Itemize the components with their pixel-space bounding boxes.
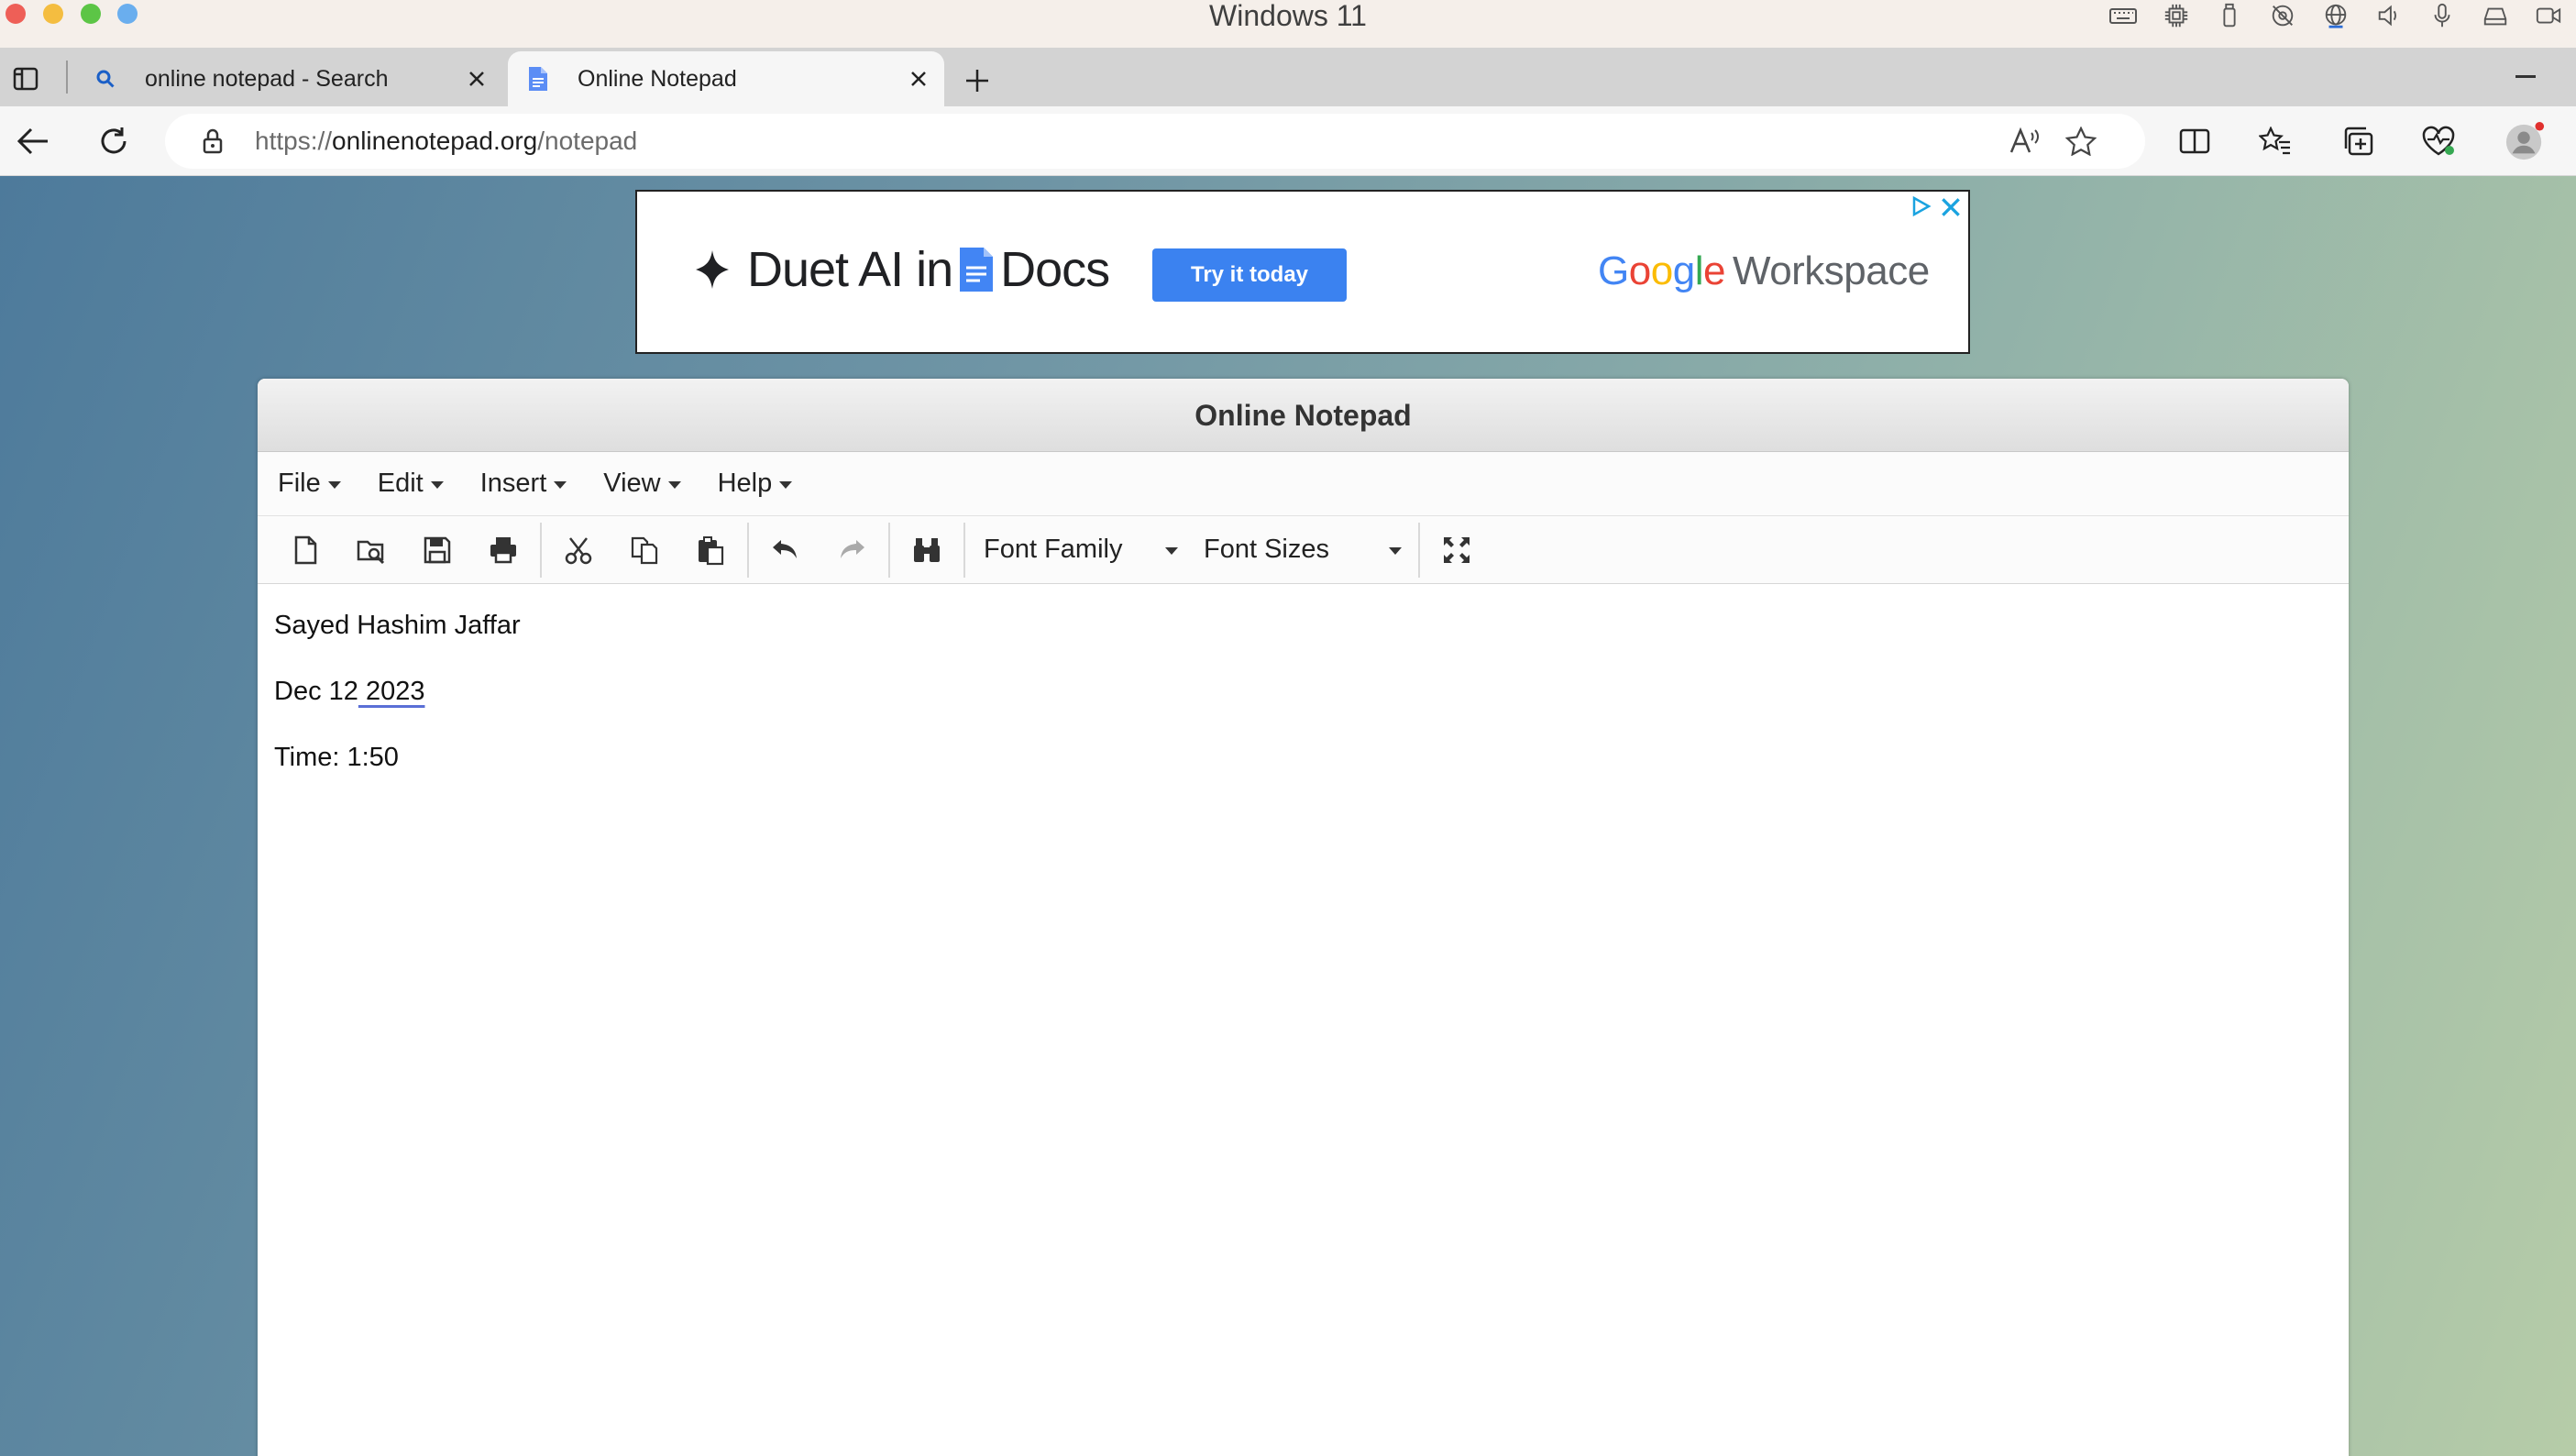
caret-down-icon (1165, 546, 1178, 555)
find-button[interactable] (894, 523, 960, 578)
microphone-icon[interactable] (2426, 2, 2459, 29)
tab-search[interactable]: online notepad - Search (75, 51, 502, 106)
browser-essentials-icon[interactable] (2418, 121, 2459, 161)
scissors-icon (565, 536, 592, 564)
browser-navbar: https://onlinenotepad.org/notepad (0, 106, 2576, 176)
notepad-window: Online Notepad File Edit Insert View Hel… (258, 379, 2349, 1456)
video-camera-icon[interactable] (2532, 2, 2565, 29)
browser-tabstrip: online notepad - Search Online Notepad (0, 48, 2576, 106)
network-globe-icon[interactable] (2319, 2, 2352, 29)
tab-label: online notepad - Search (145, 65, 389, 92)
new-file-button[interactable] (272, 523, 338, 578)
menu-insert[interactable]: Insert (480, 469, 567, 499)
notepad-toolbar: Font Family Font Sizes (258, 516, 2349, 584)
ad-close-icon[interactable] (1939, 195, 1963, 219)
fullscreen-icon (1444, 536, 1470, 563)
google-docs-icon (960, 248, 994, 292)
caret-down-icon (667, 480, 681, 489)
save-button[interactable] (404, 523, 470, 578)
close-tab-icon[interactable] (902, 62, 935, 95)
document-icon (524, 65, 552, 93)
volume-icon[interactable] (2372, 2, 2405, 29)
url-text[interactable]: https://onlinenotepad.org/notepad (255, 114, 637, 169)
favorites-icon[interactable] (2255, 121, 2295, 161)
tab-label: Online Notepad (578, 65, 737, 92)
sparkle-icon (696, 250, 729, 289)
minimize-browser-button[interactable] (2515, 75, 2536, 78)
ad-choices-icon[interactable] (1910, 195, 1932, 217)
google-workspace-logo: Google Workspace (1598, 248, 1930, 293)
address-bar[interactable]: https://onlinenotepad.org/notepad (165, 114, 2145, 169)
copy-icon (631, 536, 658, 564)
caret-down-icon (327, 480, 341, 489)
system-tray (2107, 0, 2565, 31)
read-aloud-icon[interactable] (2006, 125, 2042, 158)
copy-button[interactable] (611, 523, 677, 578)
cpu-icon[interactable] (2160, 2, 2193, 29)
undo-button[interactable] (753, 523, 819, 578)
collections-icon[interactable] (2338, 121, 2378, 161)
notepad-menubar: File Edit Insert View Help (258, 452, 2349, 516)
notepad-editor[interactable]: Sayed Hashim Jaffar Dec 12 2023 Time: 1:… (258, 584, 2349, 833)
toolbar-separator (888, 522, 890, 578)
caret-down-icon (1389, 546, 1402, 555)
open-file-button[interactable] (338, 523, 404, 578)
favorite-star-icon[interactable] (2063, 125, 2099, 158)
open-folder-icon (357, 540, 385, 564)
notepad-title: Online Notepad (258, 379, 2349, 452)
menu-help[interactable]: Help (718, 469, 793, 499)
redo-button[interactable] (819, 523, 885, 578)
cut-button[interactable] (545, 523, 611, 578)
paste-button[interactable] (677, 523, 743, 578)
redo-icon (841, 539, 864, 558)
print-button[interactable] (470, 523, 536, 578)
caret-down-icon (779, 480, 793, 489)
new-file-icon (294, 535, 317, 564)
storage-icon[interactable] (2479, 2, 2512, 29)
spellcheck-underline: 2023 (358, 677, 425, 706)
font-family-select[interactable]: Font Family (969, 523, 1189, 578)
paste-icon (699, 535, 724, 565)
try-it-today-button[interactable]: Try it today (1152, 248, 1347, 302)
editor-line: Sayed Hashim Jaffar (274, 611, 521, 640)
fullscreen-button[interactable] (1424, 523, 1490, 578)
toolbar-separator (747, 522, 749, 578)
print-icon (490, 536, 516, 563)
os-titlebar: Windows 11 (0, 0, 2576, 48)
refresh-button[interactable] (94, 121, 134, 161)
caret-down-icon (554, 480, 567, 489)
new-tab-button[interactable] (959, 62, 996, 99)
toolbar-separator (540, 522, 542, 578)
web-page: Duet AI in Docs Try it today Google Works… (0, 176, 2576, 1456)
profile-avatar-icon[interactable] (2504, 121, 2545, 161)
menu-file[interactable]: File (278, 469, 341, 499)
menu-edit[interactable]: Edit (378, 469, 444, 499)
tab-actions-button[interactable] (7, 61, 44, 97)
font-sizes-select[interactable]: Font Sizes (1189, 523, 1415, 578)
ad-headline: Duet AI in Docs (747, 242, 1110, 297)
editor-line: Dec 12 2023 (274, 677, 425, 706)
usb-drive-icon[interactable] (2213, 2, 2246, 29)
tab-separator (66, 61, 68, 94)
split-screen-icon[interactable] (2174, 121, 2215, 161)
close-tab-icon[interactable] (460, 62, 493, 95)
toolbar-separator (963, 522, 965, 578)
tab-online-notepad[interactable]: Online Notepad (508, 51, 944, 106)
binoculars-icon (914, 537, 940, 562)
search-icon (92, 65, 119, 93)
menu-view[interactable]: View (603, 469, 681, 499)
toolbar-separator (1418, 522, 1420, 578)
keyboard-icon[interactable] (2107, 2, 2140, 29)
editor-line: Time: 1:50 (274, 743, 399, 772)
back-button[interactable] (13, 121, 53, 161)
caret-down-icon (430, 480, 444, 489)
lock-icon[interactable] (198, 127, 227, 156)
save-icon (424, 536, 451, 563)
ad-banner[interactable]: Duet AI in Docs Try it today Google Works… (635, 190, 1970, 354)
camera-off-icon[interactable] (2266, 2, 2299, 29)
undo-icon (773, 539, 797, 558)
